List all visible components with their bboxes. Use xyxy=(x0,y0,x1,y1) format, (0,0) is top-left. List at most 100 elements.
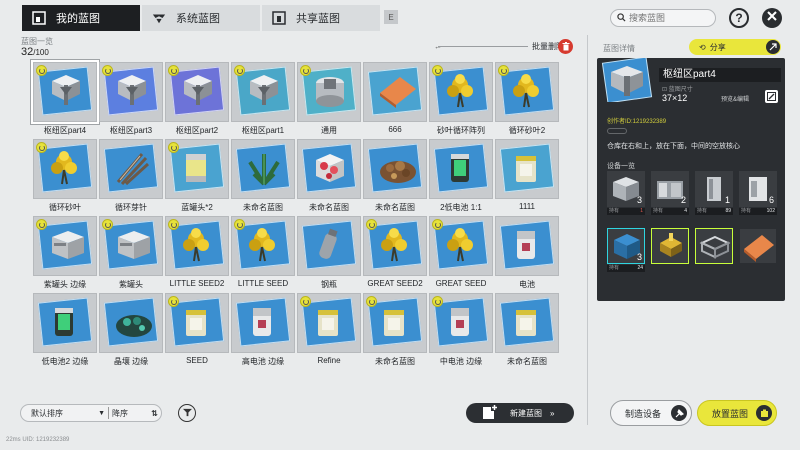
blueprint-list-panel: 蓝图一览 32/100 ← 批量删除 枢纽区part4枢纽区part3枢纽区pa… xyxy=(13,35,586,425)
blueprint-thumbnail xyxy=(297,293,361,353)
blueprint-card[interactable]: 蓝罐头*2 xyxy=(165,139,229,215)
equipment-required-count: 6 xyxy=(768,195,774,205)
status-bar: 22ms UID: 1219232389 xyxy=(6,437,70,443)
shared-badge-icon xyxy=(102,65,113,76)
tab-shared-blueprints[interactable]: 共享蓝图 xyxy=(262,5,380,31)
place-blueprint-button[interactable]: 放置蓝图 xyxy=(697,400,777,426)
close-icon xyxy=(766,9,778,27)
blueprint-thumbnail xyxy=(231,293,295,353)
blueprint-thumbnail xyxy=(495,293,559,353)
blueprint-card[interactable]: 循环芽针 xyxy=(99,139,163,215)
equipment-tile[interactable]: 3 持有 1 xyxy=(607,171,645,215)
blueprint-label: 通用 xyxy=(321,126,337,135)
blueprint-object-icon xyxy=(46,225,90,270)
blueprint-object-icon xyxy=(46,302,82,347)
sort-dropdown[interactable]: 默认排序 ▼ xyxy=(21,408,105,419)
blueprint-card[interactable]: 砂叶循环阵列 xyxy=(429,62,493,138)
blueprint-card[interactable]: 循环砂叶 xyxy=(33,139,97,215)
blueprint-object-icon xyxy=(244,302,280,347)
blueprint-card[interactable]: 通用 xyxy=(297,62,361,138)
tab-label: 共享蓝图 xyxy=(296,13,340,25)
shared-badge-icon xyxy=(300,65,311,76)
blueprint-card[interactable]: 钢瓶 xyxy=(297,216,361,292)
equipment-owned-count: 24 xyxy=(637,265,643,271)
blueprint-card[interactable]: 紫罐头 xyxy=(99,216,163,292)
blueprint-card[interactable]: 未命名蓝图 xyxy=(297,139,361,215)
preview-edit-label[interactable]: 预览&编辑 xyxy=(721,94,749,103)
blueprint-label: GREAT SEED xyxy=(435,279,487,288)
blueprint-card[interactable]: 未命名蓝图 xyxy=(363,139,427,215)
edit-icon xyxy=(767,88,776,106)
equipment-tile[interactable] xyxy=(739,228,777,272)
blueprint-card[interactable]: 枢纽区part4 xyxy=(31,60,99,138)
batch-delete-button[interactable] xyxy=(558,39,573,54)
blueprint-thumbnail xyxy=(429,62,493,122)
blueprint-card[interactable]: SEED xyxy=(165,293,229,369)
blueprint-label: 紫罐头 边缘 xyxy=(43,280,87,289)
new-blueprint-button[interactable]: 新建蓝图 » xyxy=(466,403,574,423)
equipment-owned-count: 1 xyxy=(640,208,643,214)
blueprint-label: 枢纽区part1 xyxy=(241,126,285,135)
shared-badge-icon xyxy=(432,219,443,230)
shared-badge-icon xyxy=(300,296,311,307)
tab-system-blueprints[interactable]: 系统蓝图 xyxy=(142,5,260,31)
craft-equipment-button[interactable]: 制造设备 xyxy=(610,400,692,426)
blueprint-card[interactable]: 晶壤 边缘 xyxy=(99,293,163,369)
blueprint-card[interactable]: 低电池2 边缘 xyxy=(33,293,97,369)
tab-my-blueprints[interactable]: 我的蓝图 xyxy=(22,5,140,31)
blueprint-card[interactable]: 高电池 边缘 xyxy=(231,293,295,369)
place-label: 放置蓝图 xyxy=(712,408,749,419)
divider-line xyxy=(438,46,528,47)
blueprint-card[interactable]: LITTLE SEED xyxy=(231,216,295,292)
blueprint-object-icon xyxy=(376,71,420,116)
search-input[interactable] xyxy=(629,13,709,23)
preview-edit-button[interactable] xyxy=(765,90,778,103)
blueprint-label: 电池 xyxy=(519,280,535,289)
tab-next-key-icon[interactable]: E xyxy=(384,10,398,24)
order-toggle[interactable]: 降序 ⇅ xyxy=(112,408,158,419)
blueprint-card[interactable]: 1111 xyxy=(495,139,559,215)
equipment-tile[interactable]: 2 持有 4 xyxy=(651,171,689,215)
blueprint-card[interactable]: 中电池 边缘 xyxy=(429,293,493,369)
search-box[interactable] xyxy=(610,9,716,27)
blueprint-card[interactable]: 枢纽区part2 xyxy=(165,62,229,138)
blueprint-label: 砂叶循环阵列 xyxy=(437,126,485,135)
blueprint-card[interactable]: 电池 xyxy=(495,216,559,292)
blueprint-card[interactable]: 紫罐头 边缘 xyxy=(33,216,97,292)
tab-label: 我的蓝图 xyxy=(56,13,100,25)
blueprint-label: 枢纽区part4 xyxy=(43,126,87,135)
blueprint-thumbnail xyxy=(297,216,361,276)
shared-badge-icon xyxy=(102,219,113,230)
blueprint-card[interactable]: 未命名蓝图 xyxy=(231,139,295,215)
blueprint-label: 低电池2 边缘 xyxy=(41,357,89,366)
blueprint-card[interactable]: GREAT SEED2 xyxy=(363,216,427,292)
blueprint-label: 未命名蓝图 xyxy=(243,203,283,212)
equipment-tile[interactable] xyxy=(695,228,733,272)
filter-icon xyxy=(182,404,192,422)
blueprint-label: 蓝罐头*2 xyxy=(181,203,213,212)
blueprint-card[interactable]: Refine xyxy=(297,293,361,369)
filter-button[interactable] xyxy=(178,404,196,422)
sort-controls: 默认排序 ▼ 降序 ⇅ xyxy=(20,404,162,422)
blueprint-object-icon xyxy=(442,148,478,193)
equipment-required-count: 1 xyxy=(724,195,730,205)
blueprint-card[interactable]: 循环砂叶2 xyxy=(495,62,559,138)
equipment-tile[interactable]: 1 持有 89 xyxy=(695,171,733,215)
blueprint-card[interactable]: 枢纽区part3 xyxy=(99,62,163,138)
equipment-tile[interactable] xyxy=(651,228,689,272)
blueprint-card[interactable]: 未命名蓝图 xyxy=(495,293,559,369)
help-button[interactable]: ? xyxy=(729,8,749,28)
blueprint-object-icon xyxy=(46,71,86,116)
blueprint-card[interactable]: LITTLE SEED2 xyxy=(165,216,229,292)
blueprint-card[interactable]: 666 xyxy=(363,62,427,138)
equipment-tile[interactable]: 6 持有 102 xyxy=(739,171,777,215)
blueprint-card[interactable]: 枢纽区part1 xyxy=(231,62,295,138)
equipment-tile[interactable]: 3 持有 24 xyxy=(607,228,645,272)
trash-icon xyxy=(562,38,570,56)
blueprint-card[interactable]: GREAT SEED xyxy=(429,216,493,292)
share-button[interactable]: ⟲ 分享 xyxy=(689,39,781,55)
close-button[interactable] xyxy=(762,8,782,28)
blueprint-card[interactable]: 未命名蓝图 xyxy=(363,293,427,369)
blueprint-card[interactable]: 2低电池 1:1 xyxy=(429,139,493,215)
equipment-owned: 持有 89 xyxy=(695,208,733,215)
